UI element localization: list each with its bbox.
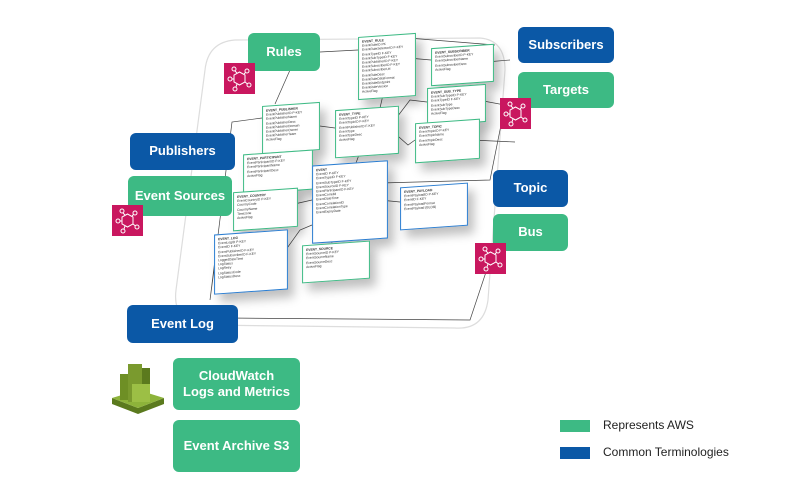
erd-table: EVENT_SOURCE EventSourceID P-KEY EventSour… [302,240,370,284]
eventbridge-icon [475,243,506,274]
publishers-label: Publishers [130,133,235,170]
erd-table: EVENT EventID P-KEY EventTypeID F-KEY Event… [312,160,388,244]
erd-table: EVENT_TOPIC EventTopicID P-KEY EventTopicN… [415,118,480,164]
cloudwatch-label: CloudWatch Logs and Metrics [173,358,300,410]
event-archive-label: Event Archive S3 [173,420,300,472]
legend-label-terminology: Common Terminologies [603,445,729,459]
erd-table: EVENT_RULE EventRuleID PK EventRuleSelecto… [358,32,416,101]
eventbridge-icon [224,63,255,94]
targets-label: Targets [518,72,614,108]
rules-label: Rules [248,33,320,71]
erd-table: EVENT_SUBSCRIBER EventSubscriberID P-KEY E… [431,43,494,87]
cloudwatch-icon [112,364,164,414]
eventbridge-icon [500,98,531,129]
erd-table: EVENT_COUNTRY EventCountryID P-KEY Country… [233,187,298,232]
event-log-label: Event Log [127,305,238,343]
erd-table: EVENT_PARTICIPANT EventParticipantID P-KE… [243,149,313,195]
legend-swatch-terminology [560,447,590,459]
subscribers-label: Subscribers [518,27,614,63]
erd-table: EVENT_LOG EventLogID P-KEY EventID F-KEY Ev… [214,229,288,295]
legend-swatch-aws [560,420,590,432]
erd-table: EVENT_PUBLISHER EventPublisherID P-KEY Eve… [262,101,320,155]
cloudwatch-line2: Logs and Metrics [183,384,290,399]
event-sources-label: Event Sources [128,176,232,216]
legend-label-aws: Represents AWS [603,418,694,432]
topic-label: Topic [493,170,568,207]
erd-table: EVENT_TYPE EventTypeID P-KEY EventTopicID … [335,105,399,159]
erd-table: EVENT_PAYLOAD EventPayloadID P-KEY EventID… [400,182,468,231]
eventbridge-icon [112,205,143,236]
cloudwatch-line1: CloudWatch [198,367,275,383]
